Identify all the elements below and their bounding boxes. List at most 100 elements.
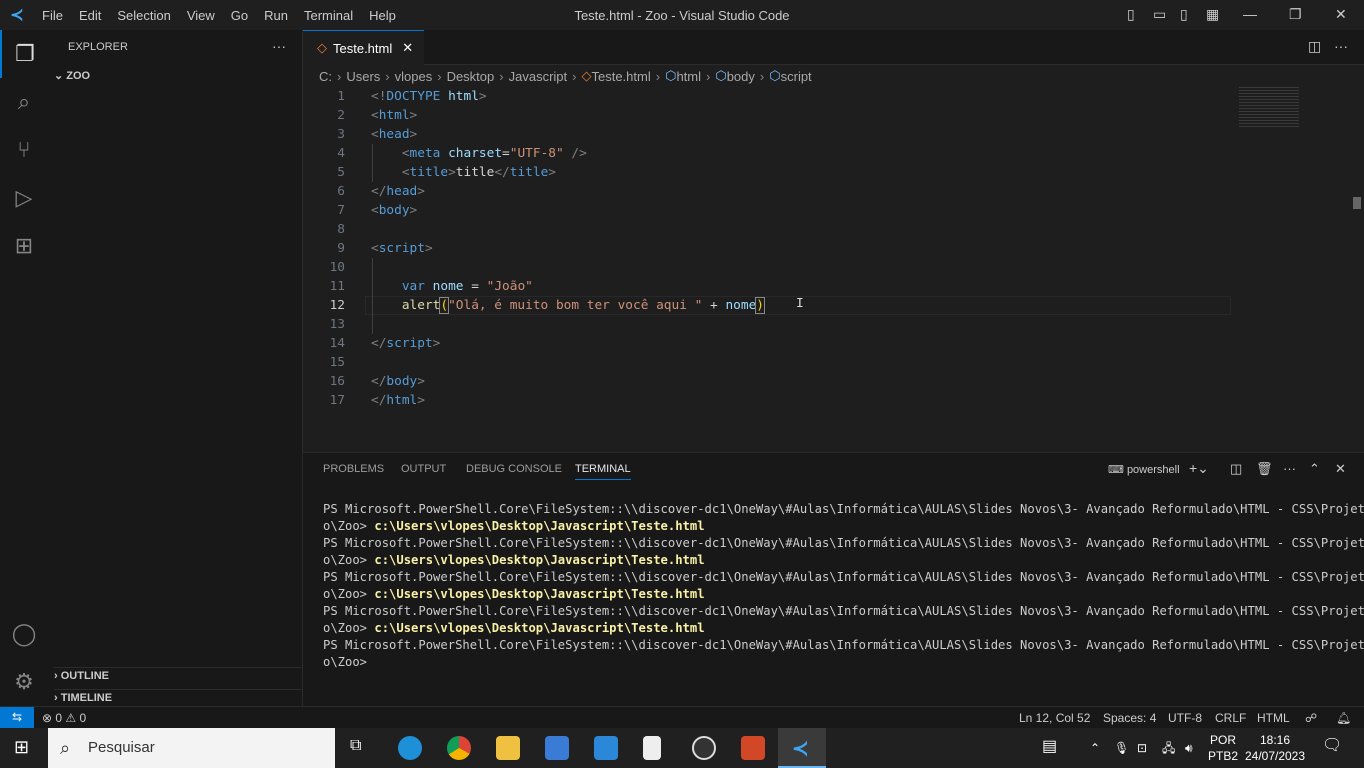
source-control-icon[interactable]: ⑂: [0, 126, 48, 174]
tab-terminal[interactable]: TERMINAL: [575, 463, 631, 480]
notification-center-icon[interactable]: 🗨︎: [1322, 738, 1342, 754]
vscode-taskbar-icon[interactable]: ≺: [778, 728, 826, 768]
network-icon[interactable]: 🖧: [1162, 740, 1175, 756]
menu-terminal[interactable]: Terminal: [296, 8, 361, 23]
account-icon[interactable]: ◯: [0, 610, 48, 658]
code-editor[interactable]: I 1 <!DOCTYPE html> 2 <html> 3 <head> 4 <meta …: [303, 87, 1361, 447]
remote-indicator-icon[interactable]: ⇆: [0, 707, 34, 729]
code-line[interactable]: </head>: [371, 182, 425, 201]
minimap[interactable]: [1239, 87, 1299, 127]
split-terminal-icon[interactable]: ◫: [1230, 461, 1242, 477]
store-icon[interactable]: [545, 736, 569, 760]
close-tab-icon[interactable]: ✕: [402, 40, 413, 56]
maximize-panel-icon[interactable]: ⌃: [1309, 461, 1320, 477]
cursor-position[interactable]: Ln 12, Col 52: [1019, 711, 1090, 725]
breadcrumb-item[interactable]: script: [781, 69, 812, 84]
close-window-button[interactable]: ✕: [1335, 6, 1347, 23]
code-line[interactable]: </html>: [371, 391, 425, 410]
tab-output[interactable]: OUTPUT: [401, 463, 446, 475]
input-language[interactable]: POR PTB2: [1208, 732, 1238, 764]
terminal-shell-select[interactable]: ⌨ powershell: [1108, 463, 1180, 476]
search-icon[interactable]: ⌕: [0, 78, 48, 126]
document-icon[interactable]: [643, 736, 661, 760]
notifications-bell-icon[interactable]: 🔔︎: [1336, 711, 1351, 725]
kill-terminal-icon[interactable]: 🗑: [1256, 461, 1273, 477]
split-editor-icon[interactable]: ◫: [1308, 38, 1321, 55]
timeline-section[interactable]: › TIMELINE: [54, 689, 303, 704]
more-actions-icon[interactable]: ···: [272, 38, 286, 54]
code-line[interactable]: <meta charset="UTF-8" />: [371, 144, 587, 163]
show-hidden-icons[interactable]: ⌃: [1090, 740, 1100, 756]
problems-indicator[interactable]: ⊗ 0 ⚠ 0: [42, 711, 86, 725]
menu-selection[interactable]: Selection: [109, 8, 178, 23]
language-mode[interactable]: HTML: [1257, 711, 1290, 725]
remote-desktop-icon[interactable]: ⊡: [1137, 740, 1147, 756]
code-line[interactable]: var nome = "João": [371, 277, 533, 296]
code-line[interactable]: </script>: [371, 334, 440, 353]
recorder-icon[interactable]: [692, 736, 716, 760]
toggle-secondary-sidebar-icon[interactable]: ▯: [1180, 6, 1188, 23]
line-number: 2: [337, 108, 345, 123]
line-number: 3: [337, 127, 345, 142]
tab-debug-console[interactable]: DEBUG CONSOLE: [466, 463, 562, 475]
restore-button[interactable]: ❐: [1289, 6, 1302, 23]
code-line[interactable]: <script>: [371, 239, 433, 258]
code-line[interactable]: <title>title</title>: [371, 163, 556, 182]
line-ending[interactable]: CRLF: [1215, 711, 1246, 725]
news-widget-icon[interactable]: ▤: [1042, 739, 1057, 755]
powerpoint-icon[interactable]: [741, 736, 765, 760]
breadcrumb-item[interactable]: Desktop: [447, 69, 495, 84]
scrollbar-thumb[interactable]: [1353, 197, 1361, 209]
file-explorer-icon[interactable]: [496, 736, 520, 760]
edge-icon[interactable]: [398, 736, 422, 760]
menu-edit[interactable]: Edit: [71, 8, 109, 23]
breadcrumb-item[interactable]: Users: [346, 69, 380, 84]
feedback-icon[interactable]: ☍: [1305, 711, 1317, 725]
more-actions-icon[interactable]: ···: [1283, 461, 1296, 476]
extensions-icon[interactable]: ⊞: [0, 222, 48, 270]
folder-zoo[interactable]: ⌄ ZOO: [54, 69, 90, 82]
menu-help[interactable]: Help: [361, 8, 404, 23]
outline-section[interactable]: › OUTLINE: [54, 667, 303, 682]
tab-teste-html[interactable]: ◇ Teste.html ✕: [303, 30, 424, 65]
code-line[interactable]: <body>: [371, 201, 417, 220]
clock[interactable]: 18:16 24/07/2023: [1244, 732, 1306, 764]
line-number: 15: [329, 355, 345, 370]
close-panel-icon[interactable]: ✕: [1335, 461, 1346, 477]
volume-icon[interactable]: 🔊︎: [1185, 740, 1193, 756]
breadcrumb-item[interactable]: html: [676, 69, 701, 84]
encoding[interactable]: UTF-8: [1168, 711, 1202, 725]
breadcrumb-item[interactable]: body: [727, 69, 755, 84]
windows-start-icon[interactable]: ⊞: [14, 737, 29, 758]
breadcrumb-item[interactable]: Javascript: [509, 69, 568, 84]
tab-problems[interactable]: PROBLEMS: [323, 463, 384, 475]
toggle-sidebar-icon[interactable]: ▯: [1127, 6, 1135, 23]
new-terminal-icon[interactable]: +⌄: [1189, 460, 1209, 477]
breadcrumb-item[interactable]: Teste.html: [591, 69, 650, 84]
code-line[interactable]: <html>: [371, 106, 417, 125]
menu-view[interactable]: View: [179, 8, 223, 23]
taskbar-search[interactable]: ⌕ Pesquisar: [48, 728, 335, 768]
breadcrumb-item[interactable]: vlopes: [395, 69, 433, 84]
indentation[interactable]: Spaces: 4: [1103, 711, 1156, 725]
more-actions-icon[interactable]: ···: [1334, 38, 1348, 54]
toggle-panel-icon[interactable]: ▭: [1153, 6, 1166, 23]
explorer-icon[interactable]: ❐: [0, 30, 48, 78]
settings-gear-icon[interactable]: ⚙: [0, 658, 48, 706]
microphone-icon[interactable]: 🎙︎: [1114, 740, 1129, 756]
task-view-icon[interactable]: ⧉: [350, 737, 361, 755]
minimize-button[interactable]: —: [1243, 6, 1257, 22]
breadcrumb-item[interactable]: C:: [319, 69, 332, 84]
mail-icon[interactable]: [594, 736, 618, 760]
menu-file[interactable]: File: [34, 8, 71, 23]
run-debug-icon[interactable]: ▷: [0, 174, 48, 222]
code-line[interactable]: <head>: [371, 125, 417, 144]
terminal-output[interactable]: PS Microsoft.PowerShell.Core\FileSystem:…: [323, 501, 1364, 671]
chrome-icon[interactable]: [447, 736, 471, 760]
code-line[interactable]: </body>: [371, 372, 425, 391]
customize-layout-icon[interactable]: ▦: [1206, 6, 1219, 23]
code-line[interactable]: alert("Olá, é muito bom ter você aqui " …: [371, 296, 765, 315]
code-line[interactable]: <!DOCTYPE html>: [371, 87, 487, 106]
menu-run[interactable]: Run: [256, 8, 296, 23]
menu-go[interactable]: Go: [223, 8, 256, 23]
